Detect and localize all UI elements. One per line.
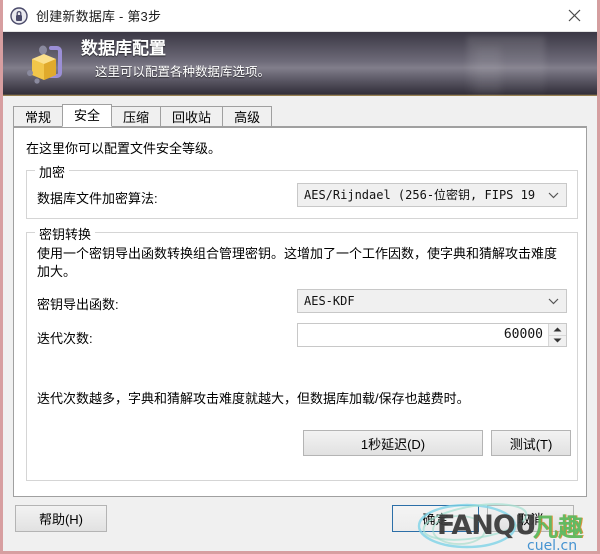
tab-strip: 常规 安全 压缩 回收站 高级 [13, 104, 587, 128]
tab-recycle-bin[interactable]: 回收站 [160, 106, 224, 127]
encryption-algorithm-combo[interactable]: AES/Rijndael (256-位密钥, FIPS 19 [297, 183, 567, 207]
encryption-group: 加密 数据库文件加密算法: AES/Rijndael (256-位密钥, FIP… [26, 162, 578, 219]
tab-advanced[interactable]: 高级 [222, 106, 273, 127]
chevron-down-icon [548, 184, 559, 206]
spinner-up-icon[interactable] [549, 324, 566, 335]
banner-ghost-image [467, 36, 545, 94]
dialog-footer: 帮助(H) 确定 取消 [3, 497, 597, 541]
intro-text: 在这里你可以配置文件安全等级。 [26, 141, 222, 156]
banner-title: 数据库配置 [81, 39, 166, 58]
close-button[interactable] [551, 0, 597, 31]
test-button[interactable]: 测试(T) [491, 430, 571, 456]
cancel-button[interactable]: 取消 [487, 505, 574, 532]
security-tab-page: 在这里你可以配置文件安全等级。 加密 数据库文件加密算法: AES/Rijnda… [13, 128, 587, 497]
dialog-window: 创建新数据库 - 第3步 数据库配置 这里可以配置各种数据库选项。 常规 安全 … [0, 0, 600, 554]
encryption-group-legend: 加密 [35, 162, 70, 181]
spinner-buttons [548, 324, 566, 346]
chevron-down-icon [548, 290, 559, 312]
key-transform-description: 使用一个密钥导出函数转换组合管理密钥。这增加了一个工作因数，使字典和猜解攻击难度… [37, 246, 558, 279]
algorithm-label: 数据库文件加密算法: [37, 191, 158, 206]
encryption-algorithm-value: AES/Rijndael (256-位密钥, FIPS 19 [304, 188, 536, 202]
window-title: 创建新数据库 - 第3步 [36, 9, 162, 24]
spinner-down-icon[interactable] [549, 334, 566, 347]
iterations-label: 迭代次数: [37, 331, 93, 346]
close-icon [568, 9, 580, 22]
database-lock-icon [21, 40, 69, 88]
kdf-value: AES-KDF [304, 294, 355, 308]
lock-icon [10, 6, 28, 25]
iterations-input[interactable]: 60000 [298, 324, 548, 346]
iterations-spinner[interactable]: 60000 [297, 323, 567, 347]
tab-security[interactable]: 安全 [62, 104, 113, 127]
key-transform-group: 密钥转换 使用一个密钥导出函数转换组合管理密钥。这增加了一个工作因数，使字典和猜… [26, 224, 578, 481]
tab-compression[interactable]: 压缩 [111, 106, 162, 127]
ok-button[interactable]: 确定 [392, 505, 479, 532]
iterations-hint: 迭代次数越多，字典和猜解攻击难度就越大，但数据库加载/保存也越费时。 [37, 391, 470, 406]
title-bar: 创建新数据库 - 第3步 [3, 0, 597, 32]
kdf-label: 密钥导出函数: [37, 297, 119, 312]
kdf-combo[interactable]: AES-KDF [297, 289, 567, 313]
tab-general[interactable]: 常规 [13, 106, 64, 127]
banner-text-block: 数据库配置 这里可以配置各种数据库选项。 [81, 36, 270, 82]
tab-strip-filler [271, 106, 587, 127]
banner-subtitle: 这里可以配置各种数据库选项。 [95, 65, 271, 79]
help-button[interactable]: 帮助(H) [15, 505, 107, 532]
one-second-delay-button[interactable]: 1秒延迟(D) [303, 430, 483, 456]
key-transform-group-legend: 密钥转换 [35, 224, 96, 243]
header-banner: 数据库配置 这里可以配置各种数据库选项。 [3, 32, 597, 96]
